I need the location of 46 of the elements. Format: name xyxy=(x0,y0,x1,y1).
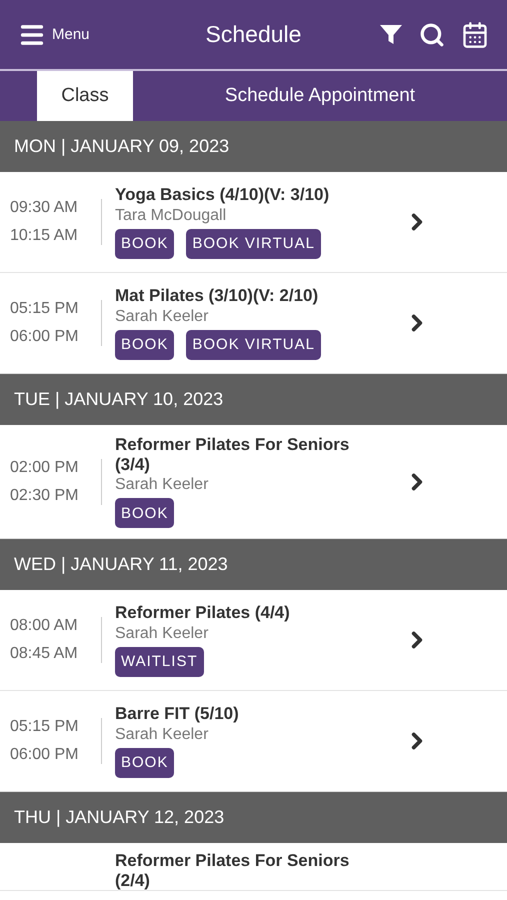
filter-icon xyxy=(379,22,403,46)
book-button[interactable]: BOOK xyxy=(115,228,174,259)
day-header: MON | JANUARY 09, 2023 xyxy=(0,121,507,172)
end-time: 02:30 PM xyxy=(10,486,80,505)
instructor-name: Sarah Keeler xyxy=(115,476,210,494)
class-row[interactable]: 05:15 PM 06:00 PM Mat Pilates (3/10)(V: 2/10) Sarah Keeler BOOK BOOK VIRTUAL xyxy=(0,273,507,374)
instructor-name: Sarah Keeler xyxy=(115,726,210,744)
class-row[interactable]: 08:00 AM 08:45 AM Reformer Pilates (4/4) Sarah Keeler WAITLIST xyxy=(0,590,507,692)
start-time: 05:15 PM xyxy=(10,300,80,318)
calendar-icon xyxy=(461,20,489,48)
tab[interactable]: Schedule Appointment xyxy=(133,71,507,121)
end-time: 10:15 AM xyxy=(10,227,79,245)
end-time: 06:00 PM xyxy=(10,328,80,346)
book-button[interactable]: BOOK VIRTUAL xyxy=(186,228,321,259)
start-time: 05:15 PM xyxy=(10,718,80,736)
class-title: Reformer Pilates (4/4) xyxy=(115,603,291,623)
search-icon xyxy=(419,22,445,48)
start-time: 08:00 AM xyxy=(10,617,79,636)
end-time: 08:45 AM xyxy=(10,645,79,664)
start-time: 02:00 PM xyxy=(10,458,80,477)
filter-button[interactable] xyxy=(379,22,403,46)
page-title: Schedule xyxy=(206,21,302,47)
start-time: 09:30 AM xyxy=(10,199,79,217)
menu-button[interactable]: Menu xyxy=(18,20,90,48)
book-button[interactable]: WAITLIST xyxy=(115,646,204,677)
tab[interactable]: Class xyxy=(37,71,133,121)
calendar-button[interactable] xyxy=(461,20,489,48)
book-button[interactable]: BOOK xyxy=(115,330,174,360)
book-button[interactable]: BOOK VIRTUAL xyxy=(186,330,321,360)
end-time: 06:00 PM xyxy=(10,746,80,764)
class-title: Mat Pilates (3/10)(V: 2/10) xyxy=(115,286,320,306)
class-title: Yoga Basics (4/10)(V: 3/10) xyxy=(115,185,330,205)
day-header: THU | JANUARY 12, 2023 xyxy=(0,792,507,844)
class-row[interactable]: Reformer Pilates For Seniors (2/4) xyxy=(0,843,507,892)
day-header: WED | JANUARY 11, 2023 xyxy=(0,539,507,590)
instructor-name: Sarah Keeler xyxy=(115,624,210,643)
class-row[interactable]: 09:30 AM 10:15 AM Yoga Basics (4/10)(V: 3/10) Tara McDougall BOOK BOOK VIRTUAL xyxy=(0,172,507,273)
instructor-name: Sarah Keeler xyxy=(115,308,210,326)
search-button[interactable] xyxy=(419,22,445,48)
class-title: Reformer Pilates For Seniors (2/4) xyxy=(115,851,350,890)
book-button[interactable]: BOOK xyxy=(115,748,174,778)
day-header: TUE | JANUARY 10, 2023 xyxy=(0,374,507,425)
book-button[interactable]: BOOK xyxy=(115,498,174,528)
instructor-name: Tara McDougall xyxy=(115,206,228,225)
class-title: Reformer Pilates For Seniors (3/4) xyxy=(115,435,350,474)
class-title: Barre FIT (5/10) xyxy=(115,704,240,724)
